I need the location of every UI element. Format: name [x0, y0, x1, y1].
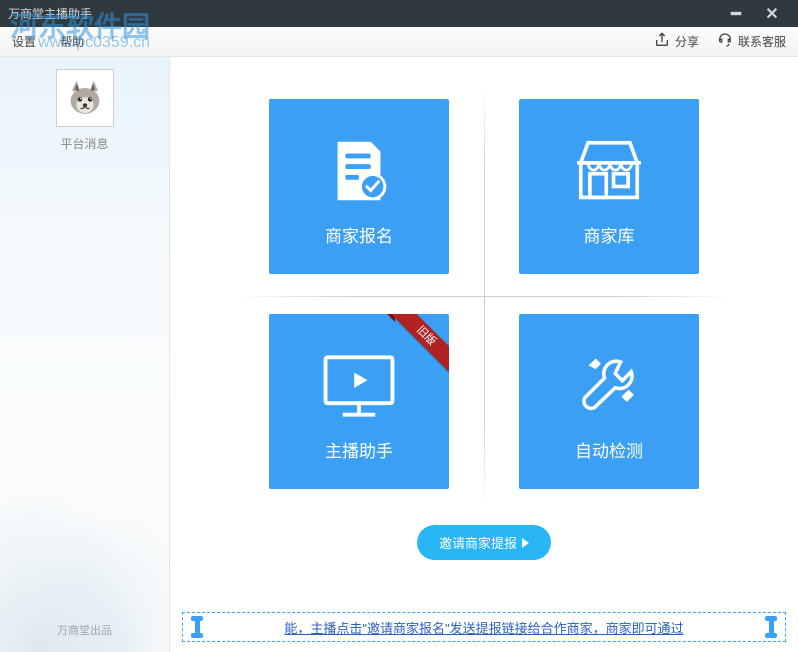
menu-help[interactable]: 帮助: [60, 33, 84, 50]
close-button[interactable]: ✕: [754, 0, 790, 27]
menu-settings[interactable]: 设置: [12, 33, 36, 50]
card-streamer-assistant[interactable]: 旧版 主播助手: [269, 314, 449, 489]
play-icon: [522, 538, 529, 548]
scroll-deco-right: [765, 616, 777, 638]
window-title: 万商堂主播助手: [8, 5, 718, 22]
sidebar-footer: 万商堂出品: [43, 608, 126, 652]
invite-label: 邀请商家提报: [439, 533, 517, 552]
document-check-icon: [320, 126, 398, 216]
contact-label: 联系客服: [738, 33, 786, 50]
card-merchant-signup[interactable]: 商家报名: [269, 99, 449, 274]
card-label: 主播助手: [325, 437, 393, 462]
card-label: 商家库: [584, 222, 635, 247]
avatar[interactable]: [56, 69, 114, 127]
marquee-bar: 能，主播点击"邀请商家报名"发送提报链接给合作商家，商家即可通过: [182, 612, 786, 642]
card-auto-check[interactable]: 自动检测: [519, 314, 699, 489]
invite-merchant-button[interactable]: 邀请商家提报: [417, 525, 551, 560]
share-button[interactable]: 分享: [654, 32, 699, 51]
card-merchant-store[interactable]: 商家库: [519, 99, 699, 274]
old-version-ribbon: 旧版: [387, 314, 449, 376]
share-label: 分享: [675, 33, 699, 50]
main-content: 商家报名 商家库 旧版 主播助手 自动检测: [170, 57, 798, 652]
scroll-deco-left: [191, 616, 203, 638]
card-label: 自动检测: [575, 437, 643, 462]
marquee-text[interactable]: 能，主播点击"邀请商家报名"发送提报链接给合作商家，商家即可通过: [203, 618, 765, 637]
headset-icon: [717, 32, 733, 51]
contact-support-button[interactable]: 联系客服: [717, 32, 786, 51]
minimize-button[interactable]: ━: [718, 0, 754, 27]
titlebar: 万商堂主播助手 ━ ✕: [0, 0, 798, 27]
wolf-avatar-icon: [62, 75, 108, 121]
wrench-screwdriver-icon: [569, 341, 649, 431]
sidebar: 平台消息 万商堂出品: [0, 57, 170, 652]
card-grid: 商家报名 商家库 旧版 主播助手 自动检测: [234, 81, 734, 511]
storefront-icon: [568, 126, 650, 216]
share-icon: [654, 32, 670, 51]
menubar: 设置 帮助 分享 联系客服: [0, 27, 798, 57]
card-label: 商家报名: [325, 222, 393, 247]
sidebar-platform-msg[interactable]: 平台消息: [60, 135, 108, 152]
